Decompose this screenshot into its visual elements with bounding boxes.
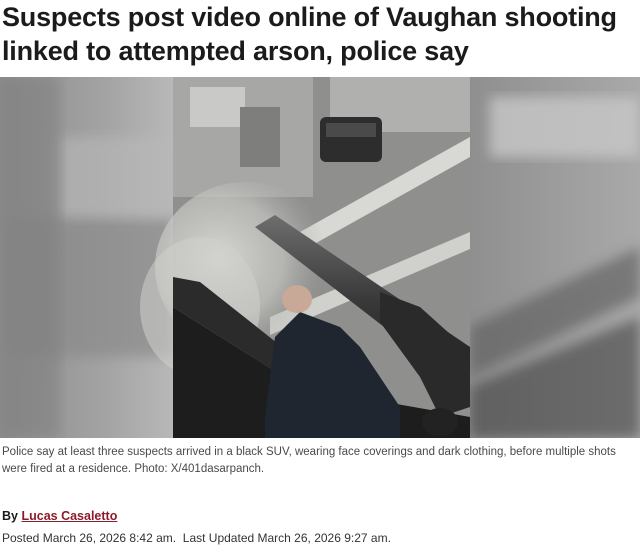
posted-date: Posted March 26, 2026 8:42 am. [2,531,177,545]
byline: By Lucas Casaletto [2,509,117,523]
photo-caption: Police say at least three suspects arriv… [2,446,616,475]
byline-prefix: By [2,509,18,523]
updated-date: Last Updated March 26, 2026 9:27 am. [182,531,391,545]
author-link[interactable]: Lucas Casaletto [21,509,117,523]
article-headline: Suspects post video online of Vaughan sh… [2,2,617,66]
publish-dates: Posted March 26, 2026 8:42 am. Last Upda… [2,531,391,545]
photo-image [0,77,640,438]
article-photo[interactable] [0,77,640,438]
